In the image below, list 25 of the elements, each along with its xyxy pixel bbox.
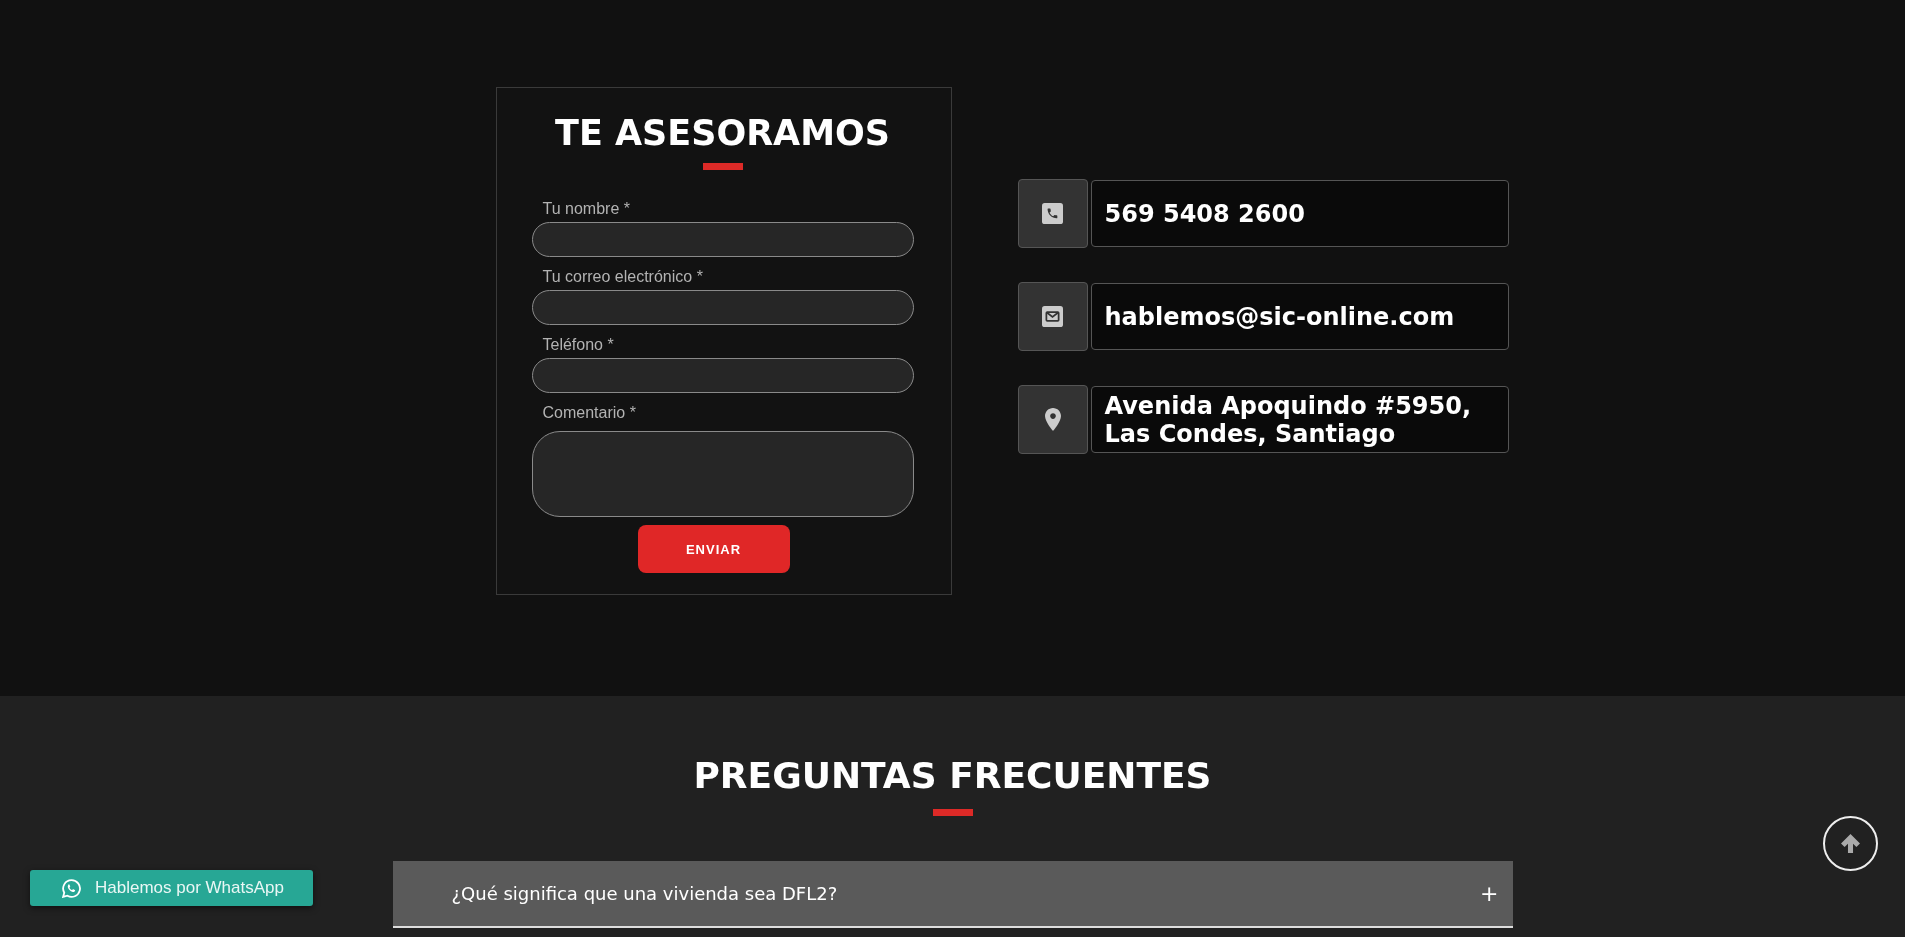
text-input-field[interactable] (531, 290, 914, 325)
title-underline (932, 809, 973, 816)
textarea-field[interactable] (531, 431, 914, 517)
location-pin-icon (1044, 408, 1061, 431)
field-label: Tu correo electrónico * (541, 267, 703, 286)
whatsapp-button[interactable]: Hablemos por WhatsApp (30, 870, 313, 906)
scroll-to-top-button[interactable] (1823, 816, 1878, 871)
arrow-up-icon (1841, 834, 1860, 853)
email-address: hablemos@sic-online.com (1090, 283, 1509, 350)
phone-number: 569 5408 2600 (1090, 180, 1509, 247)
phone-icon (1042, 203, 1063, 224)
whatsapp-icon (62, 878, 81, 898)
faq-question[interactable]: ¿Qué significa que una vivienda sea DFL2? + (392, 861, 1513, 928)
section-title: TE ASESORAMOS (554, 112, 891, 154)
submit-button[interactable]: ENVIAR (637, 525, 790, 573)
envelope-icon (1042, 306, 1063, 327)
street-address: Avenida Apoquindo #5950, Las Condes, Santiago (1090, 386, 1509, 453)
section-title: PREGUNTAS FRECUENTES (692, 754, 1213, 797)
text-input-field[interactable] (531, 222, 914, 257)
field-label: Teléfono * (541, 335, 614, 354)
field-label: Tu nombre * (541, 199, 630, 218)
field-label: Comentario * (541, 403, 636, 422)
text-input-field[interactable] (531, 358, 914, 393)
expand-toggle: + (1480, 882, 1499, 905)
title-underline (702, 163, 743, 170)
